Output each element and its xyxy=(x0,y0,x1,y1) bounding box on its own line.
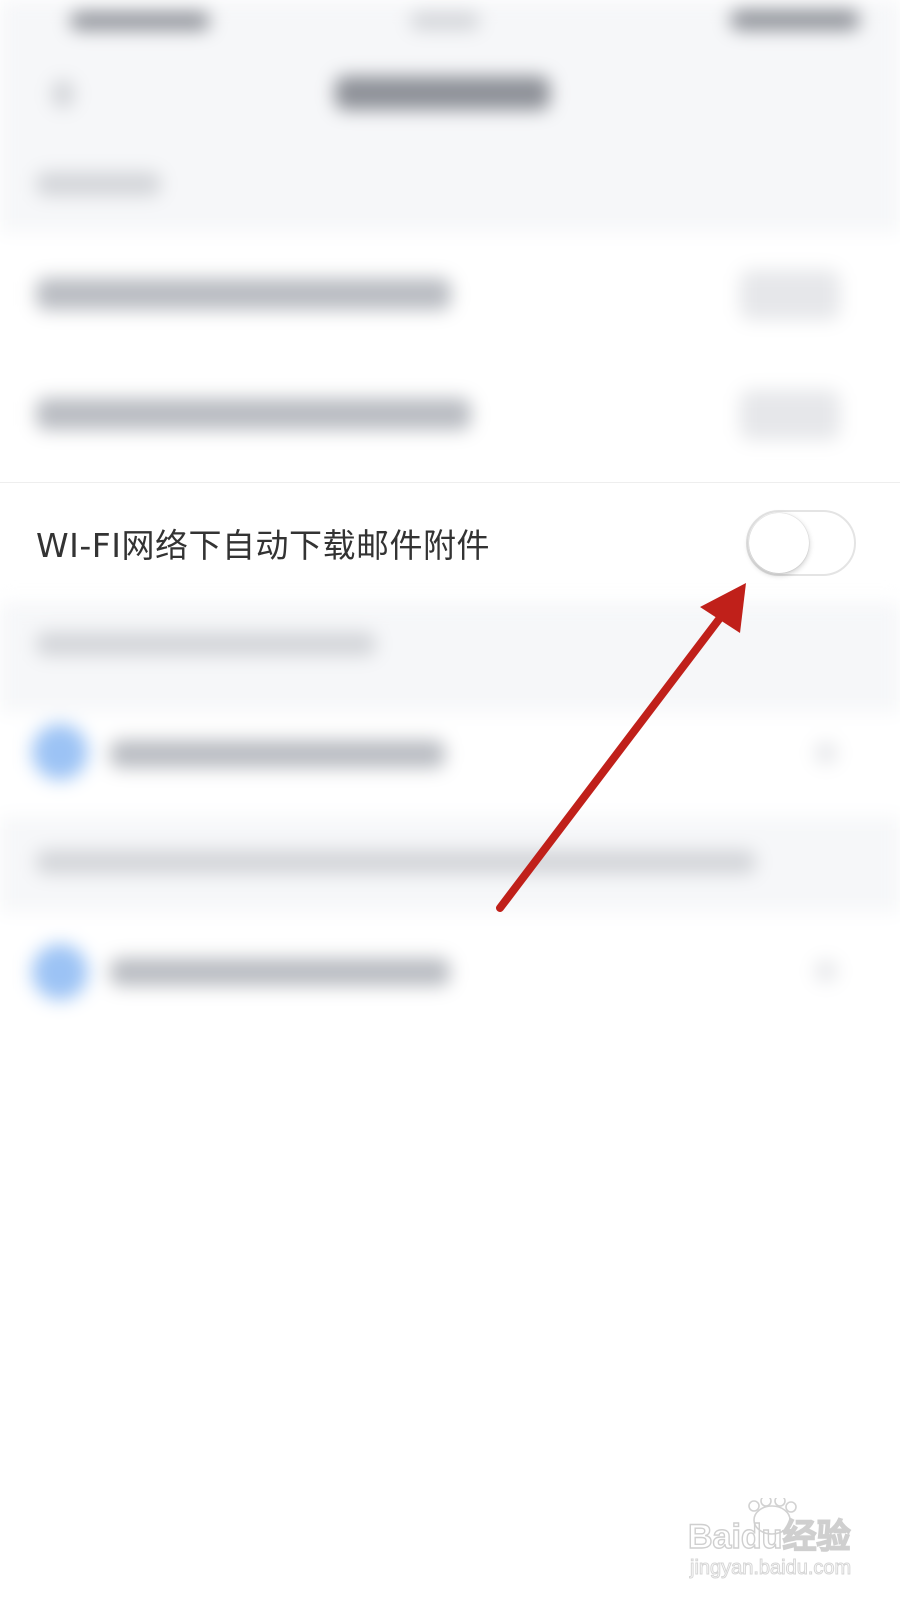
blurred-account-2-label xyxy=(110,958,450,986)
blurred-back-icon[interactable] xyxy=(52,80,74,108)
settings-screen: WI-FI网络下自动下载邮件附件 Baidu经验 jingyan.baidu.c… xyxy=(0,0,900,1600)
blurred-section-note xyxy=(36,850,756,874)
blurred-status-battery xyxy=(730,10,860,30)
blurred-section-header xyxy=(36,172,161,196)
blurred-row-1-label xyxy=(36,278,451,310)
blurred-account-1-label xyxy=(110,740,445,768)
blurred-status-time xyxy=(410,12,480,30)
toggle-knob xyxy=(749,512,809,573)
wifi-auto-download-toggle[interactable] xyxy=(746,509,856,576)
blurred-row-2-label xyxy=(36,398,471,430)
setting-row-wifi-auto-download: WI-FI网络下自动下载邮件附件 xyxy=(0,482,900,602)
blurred-account-icon-2 xyxy=(32,944,88,1000)
watermark-url: jingyan.baidu.com xyxy=(689,1557,851,1579)
blurred-section-header-2 xyxy=(36,632,376,656)
blurred-page-title xyxy=(335,76,550,110)
blurred-accounts-section xyxy=(0,602,900,1122)
blurred-row-1-toggle[interactable] xyxy=(740,270,840,320)
blurred-account-icon-1 xyxy=(32,724,88,780)
baidu-paw-logo: Baidu经验 jingyan.baidu.com xyxy=(688,1498,852,1580)
blurred-status-carrier xyxy=(70,12,210,30)
blurred-section-bg xyxy=(0,602,900,712)
blurred-row-2-toggle[interactable] xyxy=(740,390,840,440)
blurred-settings-section xyxy=(0,0,900,482)
blurred-chevron-2-icon[interactable] xyxy=(815,960,837,982)
blurred-chevron-1-icon[interactable] xyxy=(815,742,837,764)
setting-label: WI-FI网络下自动下载邮件附件 xyxy=(36,525,490,565)
watermark-brand: Baidu经验 xyxy=(688,1517,850,1556)
